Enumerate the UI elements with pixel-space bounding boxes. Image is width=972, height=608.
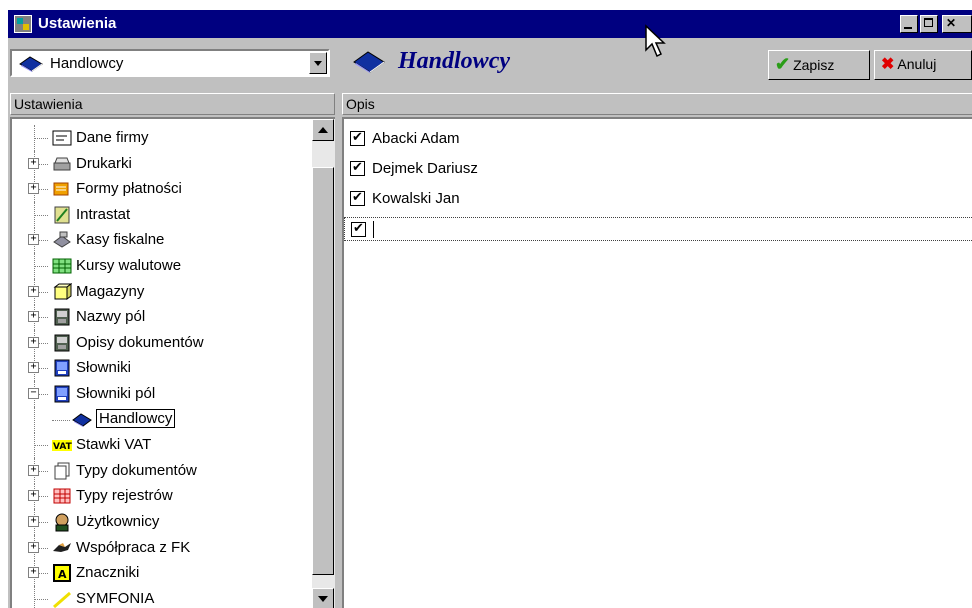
salespeople-list: Abacki Adam Dejmek Dariusz Kowalski Jan	[342, 117, 972, 608]
book-icon	[353, 51, 385, 73]
tree-item-label: Intrastat	[76, 205, 131, 223]
tree-item-label: Słowniki pól	[76, 385, 156, 402]
users-icon	[52, 512, 72, 532]
expand-icon[interactable]: +	[28, 311, 39, 323]
documents-icon	[52, 461, 72, 481]
payment-icon	[52, 179, 72, 199]
settings-window: Ustawienia ✕ Handlowcy Ustawienia Dane f…	[8, 10, 972, 608]
book-icon	[19, 56, 43, 72]
expand-icon[interactable]: +	[28, 336, 39, 348]
device-icon	[52, 307, 72, 327]
handshake-icon	[52, 538, 72, 558]
dictionary-icon	[52, 358, 72, 378]
save-label: Zapisz	[793, 57, 835, 73]
tree-item-label: Słowniki	[76, 359, 132, 377]
app-icon	[14, 15, 32, 33]
tree-item-label: Typy dokumentów	[76, 461, 197, 479]
dictionary-icon	[52, 384, 72, 404]
tree-item-label: Stawki VAT	[76, 436, 152, 454]
checkbox[interactable]	[350, 189, 365, 206]
tree-item-label: Dane firmy	[76, 129, 149, 146]
device-icon	[52, 333, 72, 353]
cancel-label: Anuluj	[897, 56, 937, 72]
checkbox[interactable]	[351, 220, 366, 237]
expand-icon[interactable]: +	[28, 234, 39, 246]
scroll-down-button[interactable]	[312, 588, 334, 608]
settings-tree: Dane firmy + Drukarki + Formy płatności Intra…	[10, 117, 335, 608]
combobox-value: Handlowcy	[50, 55, 124, 72]
list-header: Opis	[342, 93, 972, 115]
mouse-cursor-icon	[645, 24, 666, 58]
tree-item-label: Kursy walutowe	[76, 257, 182, 274]
maximize-button[interactable]	[920, 15, 938, 33]
editor-title: Handlowcy	[398, 48, 510, 74]
grid-icon	[52, 256, 72, 276]
printer-icon	[52, 154, 72, 174]
expand-icon[interactable]: +	[28, 567, 39, 579]
new-entry-row[interactable]	[344, 217, 972, 241]
expand-icon[interactable]: +	[28, 157, 39, 169]
collapse-icon[interactable]: −	[28, 388, 39, 399]
checkmark-icon: ✔	[775, 54, 791, 74]
list-item[interactable]: Dejmek Dariusz	[344, 157, 972, 181]
tree-item-label: Handlowcy	[96, 408, 176, 428]
list-item-label: Dejmek Dariusz	[372, 160, 478, 177]
svg-text:A: A	[58, 568, 67, 581]
tree-item-label: Typy rejestrów	[76, 487, 173, 505]
tree-item-label: Opisy dokumentów	[76, 333, 204, 351]
svg-text:VAT: VAT	[53, 442, 72, 452]
expand-icon[interactable]: +	[28, 464, 39, 476]
expand-icon[interactable]: +	[28, 490, 39, 502]
list-item[interactable]: Abacki Adam	[344, 127, 972, 151]
tree-item-label: Kasy fiskalne	[76, 231, 165, 249]
title-bar[interactable]: Ustawienia ✕	[8, 10, 972, 38]
tree-item-label: Współpraca z FK	[76, 538, 191, 556]
list-item-label: Abacki Adam	[372, 130, 460, 147]
expand-icon[interactable]: +	[28, 285, 39, 297]
register-icon	[52, 486, 72, 506]
save-button[interactable]: ✔ Zapisz	[768, 50, 870, 80]
tree-item-label: Użytkownicy	[76, 513, 160, 530]
company-icon	[52, 128, 72, 148]
tree-item-label: Nazwy pól	[76, 308, 146, 326]
tree-item-label: Znaczniki	[76, 564, 140, 582]
editor-panel: Handlowcy ✔Zapisz ✖Anuluj Opis Abacki Ad…	[342, 40, 972, 608]
expand-icon[interactable]: +	[28, 362, 39, 374]
marker-icon: A	[52, 563, 72, 583]
tree-item-label: Magazyny	[76, 282, 145, 300]
box-icon	[52, 282, 73, 302]
tree-scrollbar[interactable]	[312, 119, 335, 608]
expand-icon[interactable]: +	[28, 541, 39, 553]
checkbox[interactable]	[350, 129, 365, 146]
scrollbar-thumb[interactable]	[312, 167, 334, 575]
tree-header: Ustawienia	[10, 93, 335, 115]
chevron-down-icon[interactable]	[309, 52, 327, 74]
checkbox[interactable]	[350, 159, 365, 176]
settings-navigation-panel: Handlowcy Ustawienia Dane firmy + Drukarki…	[10, 40, 338, 608]
symfonia-icon	[52, 589, 72, 608]
scroll-up-button[interactable]	[312, 119, 334, 141]
tree-item-label: SYMFONIA	[76, 589, 155, 607]
section-combobox[interactable]: Handlowcy	[10, 49, 330, 77]
expand-icon[interactable]: +	[28, 183, 39, 195]
intrastat-icon	[52, 205, 72, 225]
vat-icon: VAT	[52, 435, 73, 455]
tree-item-label: Formy płatności	[76, 180, 182, 198]
tree-item-label: Drukarki	[76, 154, 132, 172]
cancel-button[interactable]: ✖ Anuluj	[874, 50, 972, 80]
close-icon: ✖	[881, 56, 895, 73]
list-item[interactable]: Kowalski Jan	[344, 187, 972, 211]
list-item-label: Kowalski Jan	[372, 190, 460, 207]
book-icon	[72, 410, 92, 430]
minimize-button[interactable]	[900, 15, 918, 33]
expand-icon[interactable]: +	[28, 516, 39, 527]
cash-register-icon	[52, 230, 72, 250]
text-caret	[373, 221, 374, 238]
close-button[interactable]: ✕	[942, 15, 972, 33]
window-title: Ustawienia	[38, 15, 117, 32]
